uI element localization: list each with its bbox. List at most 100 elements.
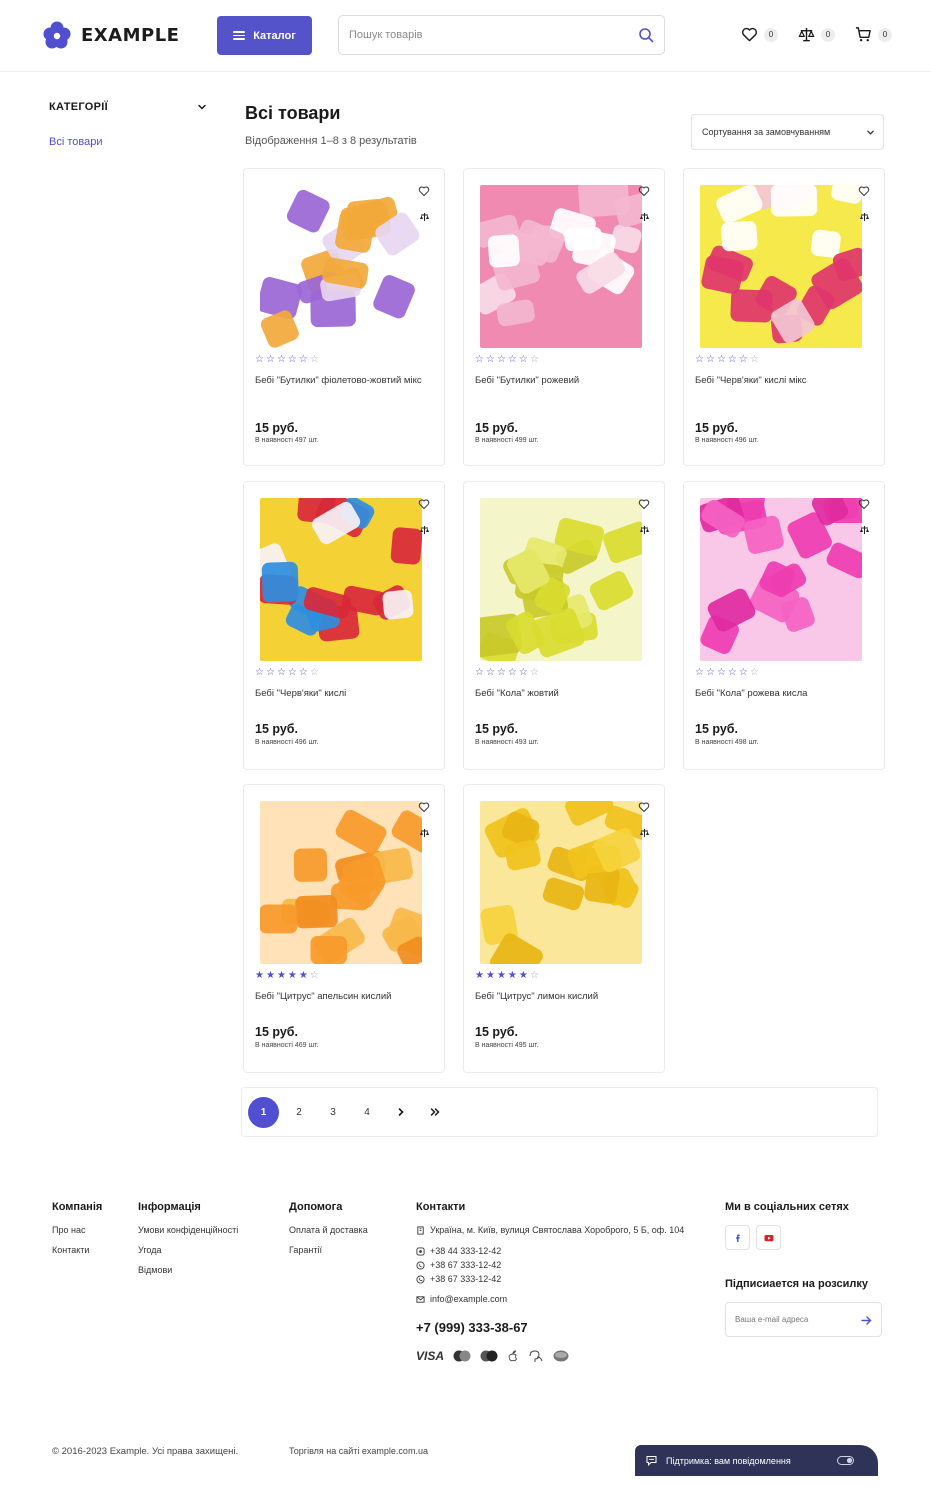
page-2[interactable]: 2 [285, 1098, 313, 1126]
star-icon: ☆ [485, 667, 495, 678]
contact-email[interactable]: info@example.com [416, 1294, 684, 1304]
product-card[interactable]: ★ ★ ★ ★ ★ ☆ Бебі "Цитрус" апельсин кислий 15 ру… [243, 784, 445, 1073]
footer-link-contacts[interactable]: Контакти [52, 1245, 102, 1255]
contact-phone-3[interactable]: +38 67 333-12-42 [416, 1274, 684, 1284]
heart-icon[interactable] [418, 801, 430, 813]
rating-stars: ☆ ☆ ☆ ☆ ☆ ☆ [255, 355, 319, 365]
contact-email-text: info@example.com [430, 1294, 508, 1304]
footer-help: Допомога Оплата й доставка Гарантії [289, 1201, 368, 1265]
sort-select-value: Сортування за замовчуванням [702, 127, 831, 137]
heart-icon[interactable] [638, 185, 650, 197]
heart-icon[interactable] [638, 498, 650, 510]
star-icon: ☆ [695, 667, 704, 678]
facebook-button[interactable] [725, 1225, 750, 1250]
product-card[interactable]: ☆ ☆ ☆ ☆ ☆ ☆ Бебі "Бутилки" фіолетово-жовтий мі… [243, 168, 445, 466]
product-stock: В наявності 496 шт. [255, 739, 319, 746]
product-stock: В наявності 495 шт. [475, 1042, 539, 1049]
footer-link-agreement[interactable]: Угода [138, 1245, 238, 1255]
contact-phone-2[interactable]: +38 67 333-12-42 [416, 1260, 684, 1270]
contact-phone-1-text: +38 44 333-12-42 [430, 1246, 502, 1256]
product-image[interactable] [700, 498, 862, 661]
wishlist-button[interactable]: 0 [741, 26, 778, 43]
next-page-button[interactable] [387, 1098, 415, 1126]
product-price: 15 руб. [475, 722, 518, 736]
product-name[interactable]: Бебі "Цитрус" апельсин кислий [255, 990, 435, 1004]
heart-icon[interactable] [418, 498, 430, 510]
main-phone[interactable]: +7 (999) 333-38-67 [416, 1320, 684, 1335]
sidebar-item-all-products[interactable]: Всі товари [49, 136, 207, 148]
product-card[interactable]: ☆ ☆ ☆ ☆ ☆ ☆ Бебі "Кола" жовтий 15 руб. В наявнос… [463, 481, 665, 770]
search-box [338, 15, 665, 55]
product-card[interactable]: ☆ ☆ ☆ ☆ ☆ ☆ Бебі "Бутилки" рожевий 15 руб. В ная… [463, 168, 665, 466]
product-name[interactable]: Бебі "Черв'яки" кислі мікс [695, 374, 875, 388]
sort-select[interactable]: Сортування за замовчуванням [691, 114, 884, 150]
product-card[interactable]: ☆ ☆ ☆ ☆ ☆ ☆ Бебі "Черв'яки" кислі мікс 15 руб. В… [683, 168, 885, 466]
footer-social: Ми в соціальних сетях Підписиается на ро… [725, 1201, 882, 1337]
star-icon: ☆ [727, 667, 737, 678]
page-3[interactable]: 3 [319, 1098, 347, 1126]
cart-button[interactable]: 0 [855, 26, 892, 43]
subscribe-email-input[interactable] [726, 1303, 851, 1336]
product-name[interactable]: Бебі "Бутилки" фіолетово-жовтий мікс [255, 374, 435, 388]
product-name[interactable]: Бебі "Черв'яки" кислі [255, 687, 435, 701]
product-name[interactable]: Бебі "Бутилки" рожевий [475, 374, 655, 388]
product-name[interactable]: Бебі "Цитрус" лимон кислий [475, 990, 655, 1004]
product-image[interactable] [260, 801, 422, 964]
scales-icon[interactable] [419, 525, 430, 536]
categories-toggle[interactable]: КАТЕГОРІЇ [49, 101, 207, 113]
product-image[interactable] [700, 185, 862, 348]
scales-icon[interactable] [639, 212, 650, 223]
scales-icon[interactable] [419, 828, 430, 839]
star-icon: ☆ [738, 667, 748, 678]
footer-info-title: Інформація [138, 1201, 201, 1213]
page-1[interactable]: 1 [248, 1096, 279, 1128]
product-card[interactable]: ★ ★ ★ ★ ★ ☆ Бебі "Цитрус" лимон кислий 15 руб. В… [463, 784, 665, 1073]
contact-address: Україна, м. Київ, вулиця Святослава Хоро… [416, 1225, 684, 1235]
page-4[interactable]: 4 [353, 1098, 381, 1126]
scales-icon[interactable] [639, 828, 650, 839]
star-icon: ☆ [255, 354, 264, 365]
catalog-button[interactable]: Каталог [217, 16, 312, 55]
chevron-down-icon [867, 130, 874, 135]
product-name[interactable]: Бебі "Кола" жовтий [475, 687, 655, 701]
star-icon: ★ [255, 970, 264, 981]
youtube-button[interactable] [756, 1225, 781, 1250]
heart-icon[interactable] [858, 185, 870, 197]
scales-icon[interactable] [419, 212, 430, 223]
product-image[interactable] [260, 185, 422, 348]
product-image[interactable] [480, 185, 642, 348]
support-chat-button[interactable]: Підтримка: вам повідомлення [635, 1445, 878, 1476]
product-price: 15 руб. [475, 421, 518, 435]
contact-phone-1[interactable]: +38 44 333-12-42 [416, 1246, 684, 1256]
heart-icon[interactable] [858, 498, 870, 510]
logo[interactable]: EXAMPLE [42, 20, 179, 50]
product-image[interactable] [260, 498, 422, 661]
maestro-icon [480, 1350, 498, 1362]
scales-icon[interactable] [859, 525, 870, 536]
star-icon: ☆ [507, 667, 517, 678]
star-icon: ☆ [507, 354, 517, 365]
product-card[interactable]: ☆ ☆ ☆ ☆ ☆ ☆ Бебі "Кола" рожева кисла 15 руб. В н… [683, 481, 885, 770]
footer-link-refusals[interactable]: Відмови [138, 1265, 238, 1275]
footer-link-about[interactable]: Про нас [52, 1225, 102, 1235]
header-actions: 0 0 0 [741, 26, 892, 43]
footer-link-payment-delivery[interactable]: Оплата й доставка [289, 1225, 368, 1235]
arrow-right-icon[interactable] [861, 1315, 872, 1326]
product-name[interactable]: Бебі "Кола" рожева кисла [695, 687, 875, 701]
pagination: 1 2 3 4 [241, 1087, 878, 1137]
heart-icon[interactable] [638, 801, 650, 813]
product-image[interactable] [480, 801, 642, 964]
heart-icon[interactable] [418, 185, 430, 197]
scales-icon[interactable] [859, 212, 870, 223]
product-image[interactable] [480, 498, 642, 661]
product-stock: В наявності 499 шт. [475, 437, 539, 444]
last-page-button[interactable] [421, 1098, 449, 1126]
compare-button[interactable]: 0 [798, 26, 835, 43]
star-icon: ☆ [309, 354, 319, 365]
product-card[interactable]: ☆ ☆ ☆ ☆ ☆ ☆ Бебі "Черв'яки" кислі 15 руб. В наяв… [243, 481, 445, 770]
footer-link-privacy[interactable]: Умови конфіденційності [138, 1225, 238, 1235]
search-input[interactable] [339, 16, 629, 54]
footer-link-warranty[interactable]: Гарантії [289, 1245, 368, 1255]
scales-icon[interactable] [639, 525, 650, 536]
search-icon[interactable] [638, 27, 654, 43]
